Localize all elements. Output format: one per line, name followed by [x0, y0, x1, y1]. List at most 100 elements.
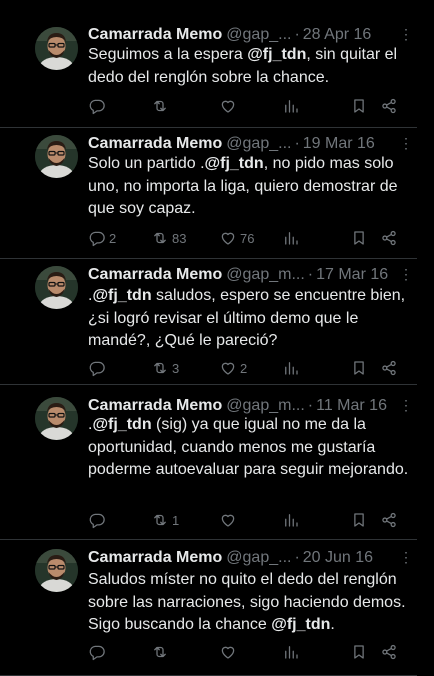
- mention-link[interactable]: @fj_tdn: [92, 416, 151, 433]
- views-button[interactable]: [282, 227, 300, 249]
- display-name[interactable]: Camarrada Memo: [88, 266, 222, 283]
- views-icon: [285, 646, 298, 659]
- views-icon: [285, 232, 298, 245]
- bookmark-button[interactable]: [350, 357, 368, 379]
- bookmark-button[interactable]: [350, 509, 368, 531]
- display-name[interactable]: Camarrada Memo: [88, 397, 222, 414]
- action-bar: 3 2: [88, 357, 403, 379]
- reply-count: 2: [109, 230, 117, 246]
- more-icon[interactable]: ⋮: [399, 547, 413, 567]
- display-name[interactable]: Camarrada Memo: [88, 549, 222, 566]
- mention-link[interactable]: @fj_tdn: [271, 616, 330, 633]
- retweet-count: 1: [172, 512, 180, 528]
- like-button[interactable]: 2: [219, 357, 247, 379]
- tweet-header: Camarrada Memo @gap_... · 20 Jun 16 ⋮: [88, 547, 413, 569]
- more-icon[interactable]: ⋮: [399, 24, 413, 44]
- tweet-text-part: Saludos míster no quito el dedo del reng…: [88, 571, 406, 633]
- avatar-image: [35, 397, 78, 440]
- like-button[interactable]: 76: [219, 227, 254, 249]
- tweet-date[interactable]: 11 Mar 16: [316, 397, 387, 414]
- display-name[interactable]: Camarrada Memo: [88, 26, 222, 43]
- tweet[interactable]: Camarrada Memo @gap_... · 19 Mar 16 ⋮ Solo …: [0, 128, 417, 259]
- separator-dot: ·: [307, 266, 314, 283]
- like-icon: [221, 232, 235, 245]
- bookmark-button[interactable]: [350, 95, 368, 117]
- tweet-text-part: Seguimos a la espera: [88, 46, 248, 63]
- like-icon: [221, 362, 235, 375]
- retweet-button[interactable]: 3: [151, 357, 179, 379]
- more-icon[interactable]: ⋮: [399, 133, 413, 153]
- tweet[interactable]: Camarrada Memo @gap_... · 28 Apr 16 ⋮ Segui…: [0, 0, 417, 128]
- reply-button[interactable]: [88, 95, 109, 117]
- display-name[interactable]: Camarrada Memo: [88, 135, 222, 152]
- views-button[interactable]: [282, 357, 300, 379]
- like-button[interactable]: [219, 509, 240, 531]
- retweet-icon: [154, 646, 166, 658]
- user-handle[interactable]: @gap_m...: [226, 266, 305, 283]
- avatar[interactable]: [35, 397, 78, 440]
- user-handle[interactable]: @gap_...: [226, 549, 291, 566]
- tweet-header: Camarrada Memo @gap_... · 28 Apr 16 ⋮: [88, 24, 413, 46]
- tweet[interactable]: Camarrada Memo @gap_... · 20 Jun 16 ⋮ Salud…: [0, 540, 417, 676]
- tweet-date[interactable]: 20 Jun 16: [303, 549, 373, 566]
- tweet-text: Saludos míster no quito el dedo del reng…: [88, 569, 410, 637]
- bookmark-icon: [354, 99, 364, 113]
- reply-button[interactable]: [88, 509, 109, 531]
- share-button[interactable]: [380, 227, 398, 249]
- retweet-button[interactable]: [151, 641, 172, 663]
- like-count: 2: [240, 360, 248, 376]
- reply-button[interactable]: [88, 641, 109, 663]
- bookmark-button[interactable]: [350, 641, 368, 663]
- bookmark-icon: [354, 231, 364, 245]
- reply-icon: [89, 361, 105, 377]
- share-icon: [382, 512, 396, 528]
- retweet-icon: [154, 362, 166, 374]
- views-button[interactable]: [282, 641, 300, 663]
- retweet-icon: [154, 232, 166, 244]
- mention-link[interactable]: @fj_tdn: [247, 46, 306, 63]
- separator-dot: ·: [294, 135, 300, 152]
- user-handle[interactable]: @gap_m...: [226, 397, 305, 414]
- avatar-image: [35, 27, 78, 70]
- share-button[interactable]: [380, 509, 398, 531]
- user-handle[interactable]: @gap_...: [226, 135, 291, 152]
- retweet-button[interactable]: 83: [151, 227, 186, 249]
- mention-link[interactable]: @fj_tdn: [92, 287, 151, 304]
- user-handle[interactable]: @gap_...: [226, 26, 291, 43]
- tweet-header: Camarrada Memo @gap_m... · 17 Mar 16 ⋮: [88, 264, 413, 286]
- tweet-date[interactable]: 17 Mar 16: [316, 266, 388, 283]
- like-button[interactable]: [219, 641, 240, 663]
- more-icon[interactable]: ⋮: [399, 264, 413, 284]
- retweet-icon: [154, 100, 166, 112]
- like-button[interactable]: [219, 95, 240, 117]
- views-button[interactable]: [282, 95, 300, 117]
- avatar[interactable]: [35, 266, 78, 309]
- tweet-date[interactable]: 19 Mar 16: [303, 135, 375, 152]
- bookmark-button[interactable]: [350, 227, 368, 249]
- reply-icon: [89, 513, 105, 529]
- views-icon: [285, 362, 298, 375]
- like-icon: [221, 100, 235, 113]
- avatar[interactable]: [35, 27, 78, 70]
- share-button[interactable]: [380, 641, 398, 663]
- tweet[interactable]: Camarrada Memo @gap_m... · 17 Mar 16 ⋮ .@fj…: [0, 259, 417, 385]
- more-icon[interactable]: ⋮: [399, 395, 413, 415]
- mention-link[interactable]: @fj_tdn: [205, 155, 264, 172]
- tweet[interactable]: Camarrada Memo @gap_m... · 11 Mar 16 ⋮ .@fj…: [0, 385, 417, 540]
- like-icon: [221, 646, 235, 659]
- avatar[interactable]: [35, 549, 78, 592]
- views-button[interactable]: [282, 509, 300, 531]
- tweet-date[interactable]: 28 Apr 16: [303, 26, 372, 43]
- avatar[interactable]: [35, 135, 78, 178]
- tweet-header: Camarrada Memo @gap_... · 19 Mar 16 ⋮: [88, 133, 413, 155]
- bookmark-icon: [354, 513, 364, 527]
- retweet-button[interactable]: 1: [151, 509, 179, 531]
- share-button[interactable]: [380, 95, 398, 117]
- reply-button[interactable]: 2: [88, 227, 116, 249]
- retweet-button[interactable]: [151, 95, 172, 117]
- share-icon: [382, 230, 396, 246]
- share-icon: [382, 644, 396, 660]
- share-button[interactable]: [380, 357, 398, 379]
- tweet-text: .@fj_tdn saludos, espero se encuentre bi…: [88, 285, 410, 353]
- reply-button[interactable]: [88, 357, 109, 379]
